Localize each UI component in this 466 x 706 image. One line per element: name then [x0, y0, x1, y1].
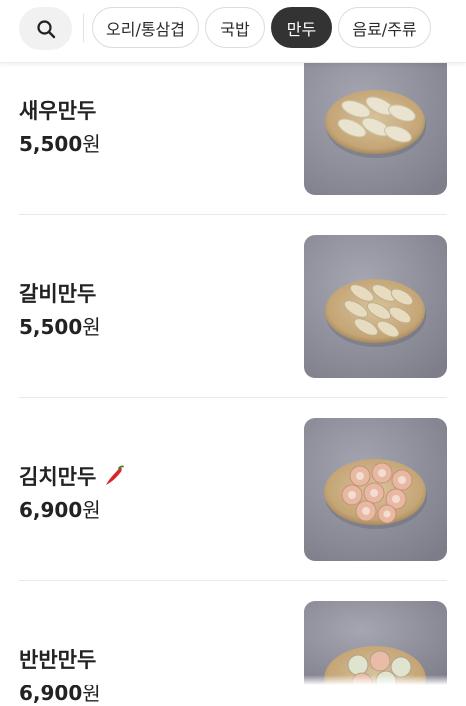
menu-item-price: 5,500원	[19, 132, 101, 156]
item-divider	[19, 214, 447, 215]
menu-item-name: 새우만두	[19, 99, 97, 123]
bottom-fade	[0, 675, 466, 685]
tab-duck-pork[interactable]: 오리/통삼겹	[92, 7, 199, 48]
search-icon	[36, 19, 55, 38]
menu-item-name: 반반만두	[19, 648, 97, 672]
chili-pepper-icon	[106, 465, 125, 485]
shrimp-dumpling-photo	[304, 52, 447, 195]
tab-gukbap[interactable]: 국밥	[205, 7, 265, 48]
menu-item-price: 6,900원	[19, 498, 101, 522]
tab-dumpling[interactable]: 만두	[271, 7, 332, 48]
divider	[83, 14, 84, 42]
menu-item-name: 김치만두	[19, 461, 126, 491]
menu-item-name: 갈비만두	[19, 282, 97, 306]
search-button[interactable]	[19, 7, 72, 50]
half-half-dumpling-photo	[304, 601, 447, 685]
galbi-dumpling-photo	[304, 235, 447, 378]
category-bar: 오리/통삼겹 국밥 만두 음료/주류	[0, 0, 466, 63]
tab-drinks[interactable]: 음료/주류	[338, 7, 431, 48]
menu-item-price: 5,500원	[19, 315, 101, 339]
item-divider	[19, 580, 447, 581]
kimchi-dumpling-photo	[304, 418, 447, 561]
item-divider	[19, 397, 447, 398]
